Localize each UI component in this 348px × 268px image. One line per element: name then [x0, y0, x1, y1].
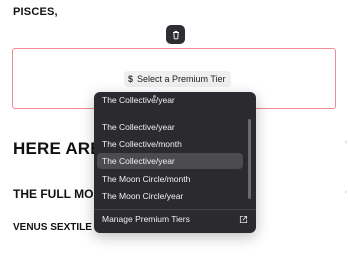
dropdown-divider [94, 209, 256, 210]
select-premium-tier-label: Select a Premium Tier [137, 74, 226, 84]
manage-premium-tiers-link[interactable]: Manage Premium Tiers [102, 214, 190, 224]
tier-option[interactable]: The Moon Circle/month [97, 171, 243, 187]
premium-tier-dropdown: The Collective/year The Collective/year … [94, 92, 256, 233]
external-link-icon[interactable] [239, 215, 248, 224]
heading-full-moon: THE FULL MOO [13, 187, 97, 201]
collapse-marker: ‹ [344, 139, 347, 146]
tier-option[interactable]: The Collective/month [97, 136, 243, 152]
tier-option-selected[interactable]: The Collective/year [97, 153, 243, 169]
tier-option[interactable]: The Collective/year [97, 119, 243, 135]
dropdown-scrollbar[interactable] [248, 119, 251, 199]
heading-pisces: PISCES, [13, 6, 58, 18]
tier-option[interactable]: The Collective/year [97, 92, 243, 108]
select-premium-tier-button[interactable]: $ Select a Premium Tier [124, 71, 231, 87]
collapse-marker: ‹ [344, 189, 347, 196]
dollar-icon: $ [128, 73, 134, 84]
delete-block-button[interactable] [166, 25, 185, 44]
heading-venus-sextile: VENUS SEXTILE [13, 222, 92, 233]
tier-option[interactable]: The Moon Circle/year [97, 188, 243, 204]
trash-icon [172, 30, 179, 39]
heading-here-are: HERE ARE T [13, 139, 99, 158]
